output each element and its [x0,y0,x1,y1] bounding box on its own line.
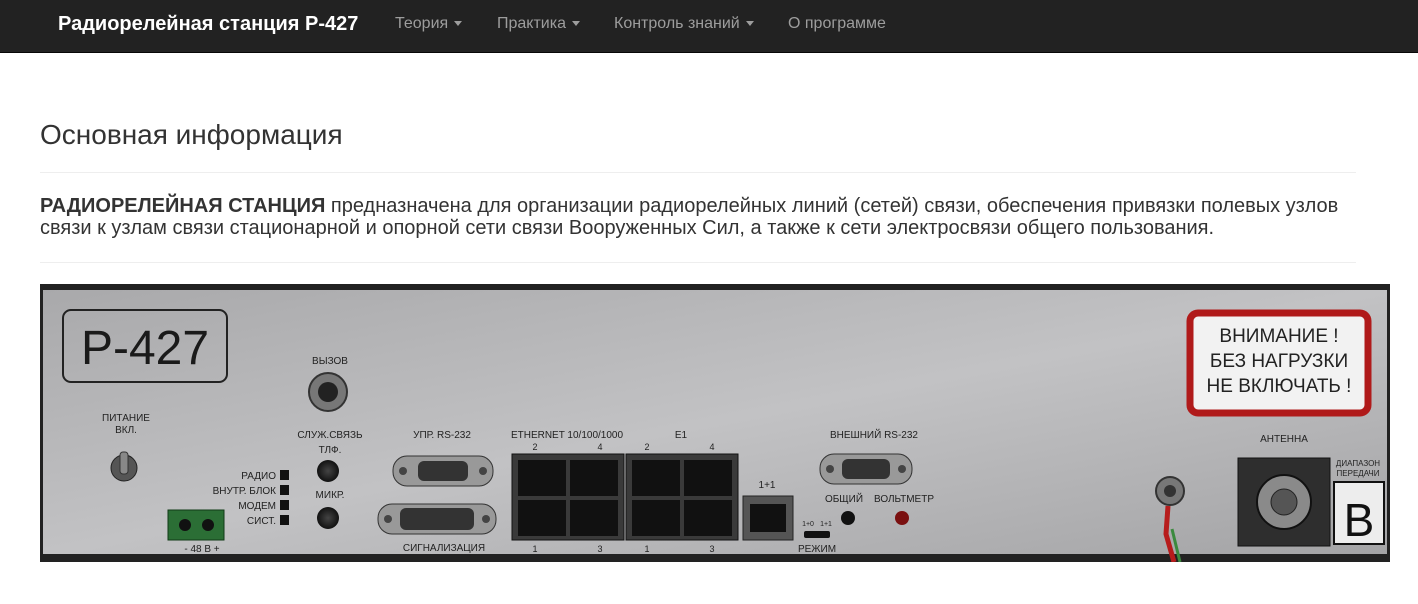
rj45-port-icon[interactable] [570,500,618,536]
intro-bold: РАДИОРЕЛЕЙНАЯ СТАНЦИЯ [40,195,326,217]
voltmeter-label: ВОЛЬТМЕТР [874,494,934,505]
mode-label: РЕЖИМ [798,544,836,555]
intro-paragraph: РАДИОРЕЛЕЙНАЯ СТАНЦИЯ предназначена для … [40,195,1360,239]
rj45-port-icon [750,504,786,532]
screw-icon [179,519,191,531]
led-label-radio: РАДИО [241,471,276,482]
mode-label-2: 1+1 [820,521,832,528]
led-indicator [280,515,289,525]
common-jack-icon[interactable] [841,511,855,525]
eth-port-num: 3 [597,544,602,554]
db25-port-icon [400,508,474,530]
phone-label: ТЛФ. [319,445,342,456]
divider [40,262,1356,263]
led-indicator [280,485,289,495]
warning-line-3: НЕ ВКЛЮЧАТЬ ! [1207,376,1352,397]
nav-teoriya-label: Теория [395,15,449,32]
rj45-port-icon[interactable] [684,460,732,496]
rj45-port-icon[interactable] [632,500,680,536]
page-title: Основная информация [40,119,343,150]
screw-icon [202,519,214,531]
rj45-port-icon[interactable] [570,460,618,496]
led-label-sys: СИСТ. [247,516,276,527]
power-label-2: ВКЛ. [115,425,137,436]
nav-praktika[interactable]: Практика [497,14,580,34]
common-label: ОБЩИЙ [825,492,863,505]
mode-label-1: 1+0 [802,521,814,528]
nav-praktika-label: Практика [497,15,566,32]
range-label-2: ПЕРЕДАЧИ [1337,469,1380,478]
ethernet-label: ETHERNET 10/100/1000 [511,430,624,441]
antenna-connector-center [1270,488,1298,516]
range-letter: B [1344,494,1375,546]
ground-terminal-center [1164,485,1176,497]
screw-icon [399,467,407,475]
screw-icon [482,515,490,523]
navbar-brand[interactable]: Радиорелейная станция Р-427 [58,12,358,36]
e1-label: E1 [675,430,688,441]
call-jack-hole [318,382,338,402]
rs232-ctrl-label: УПР. RS-232 [413,430,471,441]
led-label-modem: МОДЕМ [238,501,276,512]
screw-icon [479,467,487,475]
caret-down-icon [454,21,463,27]
warning-line-1: ВНИМАНИЕ ! [1219,326,1338,347]
divider [40,172,1356,173]
eth-port-num: 2 [532,442,537,452]
e1-port-num: 1 [644,544,649,554]
model-label: Р-427 [81,322,209,375]
signaling-label: СИГНАЛИЗАЦИЯ [403,543,485,554]
supply-label: - 48 В + [184,544,219,555]
nav-teoriya[interactable]: Теория [395,14,463,34]
rj45-port-icon[interactable] [684,500,732,536]
nav-o-programme[interactable]: О программе [788,14,886,34]
e1-port-num: 3 [709,544,714,554]
warning-line-2: БЕЗ НАГРУЗКИ [1210,351,1348,372]
power-toggle-lever[interactable] [119,451,129,475]
led-indicator [280,470,289,480]
eth-port-num: 4 [597,442,602,452]
mic-jack-icon[interactable] [317,507,339,529]
e1-port-num: 2 [644,442,649,452]
mic-label: МИКР. [316,490,345,501]
station-panel-illustration: Р-427 ПИТАНИЕ ВКЛ. - 48 В + РАДИО ВНУТР.… [40,284,1390,563]
range-label-1: ДИАПАЗОН [1336,459,1380,468]
one-plus-one-label: 1+1 [759,480,776,491]
screw-icon [384,515,392,523]
nav-kontrol-znaniy[interactable]: Контроль знаний [614,14,754,34]
station-panel-photo: Р-427 ПИТАНИЕ ВКЛ. - 48 В + РАДИО ВНУТР.… [40,284,1390,563]
e1-port-num: 4 [709,442,714,452]
rj45-port-icon[interactable] [518,500,566,536]
rj45-port-icon[interactable] [518,460,566,496]
caret-down-icon [572,21,580,27]
nav-kontrol-label: Контроль знаний [614,15,740,32]
rj45-port-icon[interactable] [632,460,680,496]
screw-icon [898,465,906,473]
supply-connector [167,509,225,541]
rs232-ext-label: ВНЕШНИЙ RS-232 [830,428,918,441]
caret-down-icon [745,21,754,27]
phone-jack-icon[interactable] [317,460,339,482]
led-indicator [280,500,289,510]
call-label: ВЫЗОВ [312,356,348,367]
eth-port-num: 1 [532,544,537,554]
power-label-1: ПИТАНИЕ [102,413,150,424]
navbar: Радиорелейная станция Р-427 Теория Практ… [0,0,1418,53]
voltmeter-jack-icon[interactable] [895,511,909,525]
service-label: СЛУЖ.СВЯЗЬ [297,430,363,441]
db9-port-icon [842,459,890,479]
led-label-inner: ВНУТР. БЛОК [213,486,277,497]
db9-port-icon [418,461,468,481]
nav-o-programme-label: О программе [788,15,886,32]
mode-switch-icon[interactable] [804,531,830,538]
antenna-label: АНТЕННА [1260,434,1308,445]
screw-icon [826,465,834,473]
